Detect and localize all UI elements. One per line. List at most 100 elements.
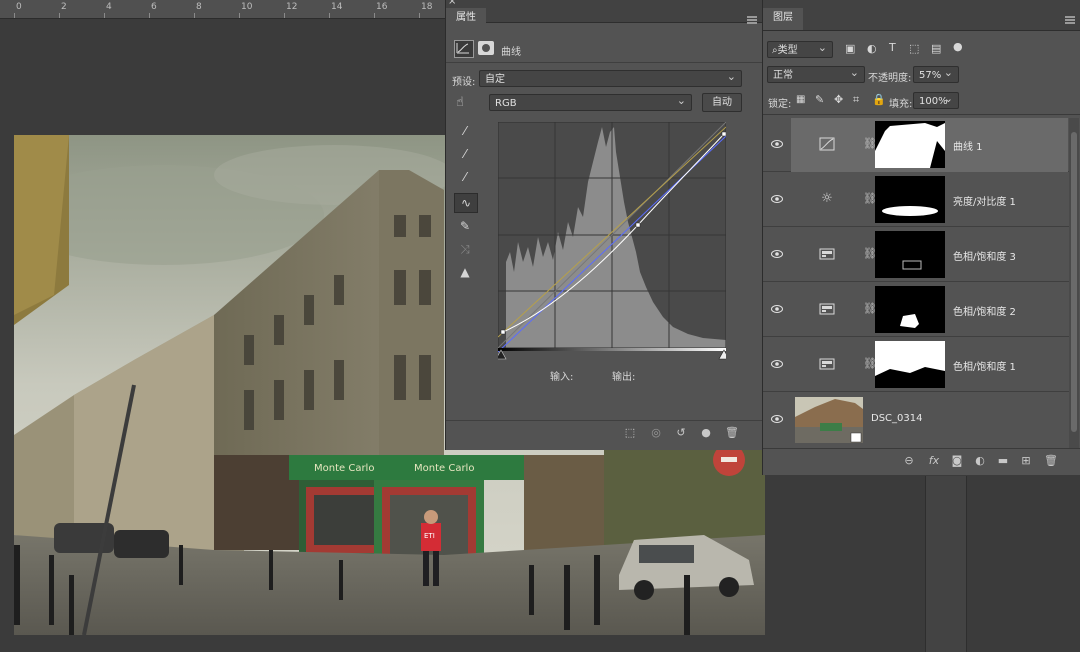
layers-scrollbar-thumb[interactable] (1071, 132, 1077, 432)
fill-value: 100% (919, 96, 948, 107)
lock-position-icon[interactable]: ✥ (834, 93, 843, 106)
fill-label: 填充: (889, 99, 913, 110)
clipping-warning-icon[interactable]: ▲ (456, 263, 474, 281)
delete-adjustment-icon[interactable]: 🗑 (724, 426, 740, 439)
ruler-mark: 8 (196, 2, 202, 12)
opacity-value: 57% (919, 70, 942, 81)
type-layer-filter-icon[interactable]: T (889, 41, 896, 54)
curve-edit-points-icon[interactable]: ∿ (454, 193, 478, 213)
new-group-icon[interactable]: ▬ (995, 454, 1011, 467)
ruler-tick (149, 13, 150, 18)
layer-row-curves[interactable]: ⛓ 曲线 1 (763, 118, 1074, 172)
new-adjustment-layer-icon[interactable]: ◐ (972, 454, 988, 467)
layer-mask-thumbnail[interactable] (875, 341, 945, 388)
close-panel-icon[interactable]: × (448, 0, 456, 7)
layer-name: DSC_0314 (871, 413, 923, 424)
layers-scrollbar[interactable] (1069, 118, 1079, 448)
layers-footer: ⊖ fx ◙ ◐ ▬ ⊞ 🗑 (763, 448, 1080, 476)
tab-properties-label: 属性 (456, 12, 476, 23)
eyedropper-black-icon[interactable]: ⁄ (456, 122, 474, 140)
layer-filter-value: 类型 (777, 45, 798, 56)
layers-panel-menu-icon[interactable] (1065, 16, 1075, 24)
lock-transparent-icon[interactable]: ▦ (796, 94, 805, 105)
reset-icon[interactable]: ↺ (673, 426, 689, 439)
ruler-tick (14, 13, 15, 18)
eyedropper-white-icon[interactable]: ⁄ (456, 168, 474, 186)
opacity-field[interactable]: 57% (913, 64, 959, 83)
ruler-tick (194, 13, 195, 18)
shop-sign-2: Monte Carlo (414, 463, 474, 474)
pencil-icon[interactable]: ✎ (456, 217, 474, 235)
shape-layer-filter-icon[interactable]: ⬚ (909, 42, 919, 55)
ruler-mark: 16 (376, 2, 388, 12)
layer-filter-dropdown[interactable]: ⌕类型 (767, 39, 833, 58)
eye-icon[interactable] (771, 358, 783, 370)
eye-icon[interactable] (771, 413, 783, 425)
hue-saturation-icon (819, 356, 835, 372)
auto-button-label: 自动 (712, 97, 732, 108)
mask-icon[interactable] (478, 41, 494, 55)
target-adjustment-hand-icon[interactable]: ☝ (456, 95, 464, 110)
horizontal-ruler[interactable]: 0 2 4 6 8 10 12 14 16 18 (0, 0, 445, 19)
ruler-tick (374, 13, 375, 18)
ruler-tick (419, 13, 420, 18)
layer-name: 色相/饱和度 2 (953, 307, 1016, 318)
layer-mask-thumbnail[interactable] (875, 176, 945, 223)
layer-row-brightness[interactable]: ☼ ⛓ 亮度/对比度 1 (763, 173, 1074, 227)
input-label: 输入: (550, 372, 574, 383)
sun-icon: ☼ (821, 191, 833, 206)
preset-value: 自定 (485, 74, 505, 85)
shirt-print: ETI (424, 532, 435, 540)
smooth-icon[interactable]: ⤨ (456, 240, 474, 258)
eye-icon[interactable] (771, 303, 783, 315)
layer-name: 亮度/对比度 1 (953, 197, 1016, 208)
lock-image-icon[interactable]: ✎ (815, 93, 824, 106)
layer-mask-thumbnail[interactable] (875, 231, 945, 278)
photo-thumbnail[interactable] (795, 397, 863, 443)
lock-all-icon[interactable]: 🔒 (872, 93, 886, 106)
opacity-label: 不透明度: (868, 73, 912, 84)
fill-field[interactable]: 100% (913, 90, 959, 109)
tab-layers[interactable]: 图层 (763, 8, 803, 30)
eye-icon[interactable] (771, 193, 783, 205)
ruler-mark: 4 (106, 2, 112, 12)
blend-mode-dropdown[interactable]: 正常 (767, 64, 865, 83)
delete-layer-icon[interactable]: 🗑 (1043, 454, 1059, 467)
auto-button[interactable]: 自动 (702, 93, 742, 112)
layer-mask-thumbnail[interactable] (875, 121, 945, 168)
eyedropper-gray-icon[interactable]: ⁄ (456, 145, 474, 163)
clip-to-layer-icon[interactable]: ⬚ (622, 426, 638, 439)
layer-mask-thumbnail[interactable] (875, 286, 945, 333)
visibility-toggle-icon[interactable]: ● (698, 426, 714, 439)
output-label: 输出: (612, 372, 636, 383)
link-layers-icon[interactable]: ⊖ (901, 454, 917, 467)
layer-name: 色相/饱和度 1 (953, 362, 1016, 373)
add-mask-icon[interactable]: ◙ (949, 454, 965, 467)
layer-list: ⛓ 曲线 1 ☼ ⛓ 亮度/对比度 1 ⛓ 色相/饱和度 3 ⛓ 色相/饱和度 … (763, 118, 1080, 448)
adjustment-layer-filter-icon[interactable]: ◐ (867, 42, 877, 55)
lock-artboard-icon[interactable]: ⌗ (853, 93, 859, 107)
eye-icon[interactable] (771, 138, 783, 150)
preset-dropdown[interactable]: 自定 (479, 68, 742, 87)
lock-label: 锁定: (768, 99, 792, 110)
channel-dropdown[interactable]: RGB (489, 92, 692, 111)
tab-layers-label: 图层 (773, 12, 793, 23)
layer-row-background[interactable]: DSC_0314 (763, 393, 1074, 447)
new-layer-icon[interactable]: ⊞ (1018, 454, 1034, 467)
pixel-layer-filter-icon[interactable]: ▣ (845, 42, 855, 55)
layer-row-hue-1[interactable]: ⛓ 色相/饱和度 1 (763, 338, 1074, 392)
smart-object-filter-icon[interactable]: ▤ (931, 42, 941, 55)
panel-menu-icon[interactable] (747, 16, 757, 24)
channel-value: RGB (495, 98, 517, 109)
layer-row-hue-2[interactable]: ⛓ 色相/饱和度 2 (763, 283, 1074, 337)
ruler-tick (239, 13, 240, 18)
layer-style-fx-icon[interactable]: fx (926, 454, 942, 467)
layer-row-hue-3[interactable]: ⛓ 色相/饱和度 3 (763, 228, 1074, 282)
filter-toggle-icon[interactable]: ● (953, 40, 963, 53)
ruler-tick (104, 13, 105, 18)
eye-icon[interactable] (771, 248, 783, 260)
tab-properties[interactable]: 属性 (446, 8, 486, 30)
ruler-tick (284, 13, 285, 18)
view-previous-state-icon[interactable]: ◎ (648, 426, 664, 439)
curves-graph[interactable] (495, 121, 730, 360)
